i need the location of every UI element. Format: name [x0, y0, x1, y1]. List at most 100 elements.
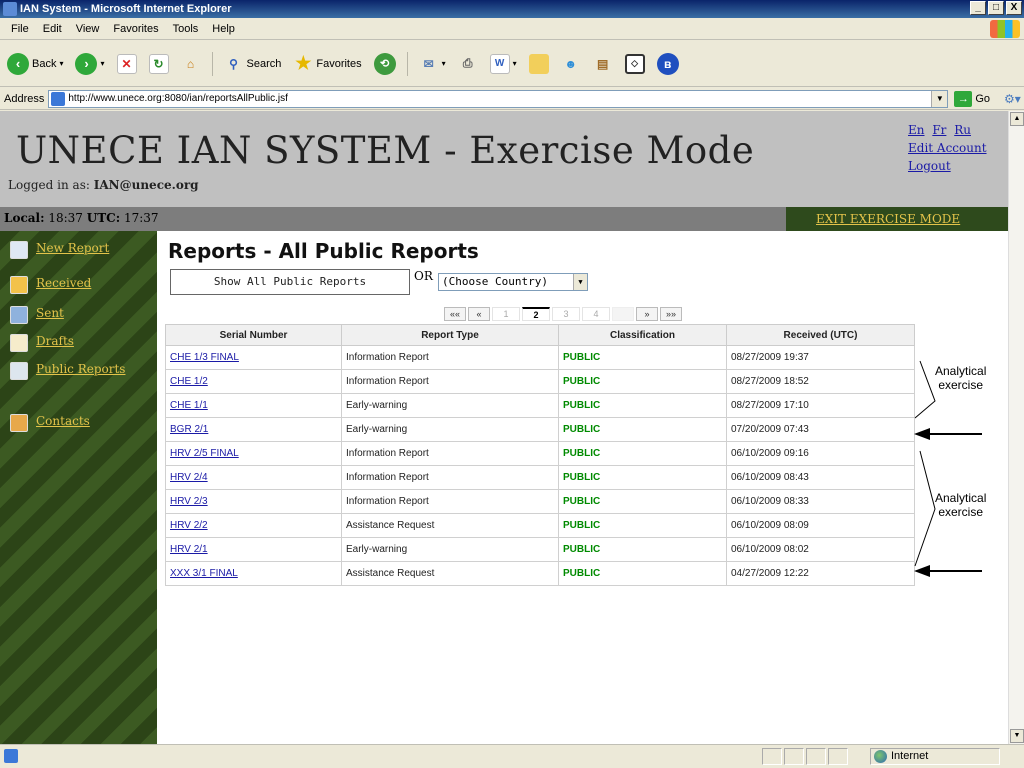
table-row: XXX 3/1 FINAL Assistance Request PUBLIC …	[165, 561, 915, 586]
clock: Local: 18:37 UTC: 17:37	[4, 211, 159, 225]
search-icon: ⚲	[229, 56, 238, 71]
sidebar-item-label[interactable]: Received	[36, 276, 91, 290]
forward-button[interactable]: › ▾	[72, 51, 107, 77]
serial-link[interactable]: HRV 2/5 FINAL	[170, 448, 239, 459]
serial-link[interactable]: XXX 3/1 FINAL	[170, 568, 238, 579]
menu-tools[interactable]: Tools	[166, 23, 206, 35]
pager-page-4[interactable]: 4	[582, 307, 610, 321]
pager-page-2[interactable]: 2	[522, 307, 550, 321]
received-cell: 07/20/2009 07:43	[726, 417, 915, 442]
col-serial-number[interactable]: Serial Number	[165, 324, 342, 346]
serial-link[interactable]: CHE 1/1	[170, 400, 208, 411]
status-cell	[806, 748, 826, 765]
sidebar-item-label[interactable]: Sent	[36, 306, 64, 320]
exit-exercise-link[interactable]: EXIT EXERCISE MODE	[816, 212, 960, 226]
sidebar-item-new-report[interactable]: New Report	[10, 241, 109, 259]
go-button[interactable]: → Go	[954, 90, 990, 107]
reports-table: Serial Number Report Type Classification…	[165, 324, 915, 586]
chevron-down-icon[interactable]: ▼	[573, 274, 587, 290]
menu-edit[interactable]: Edit	[36, 23, 69, 35]
back-arrow-icon: ‹	[7, 52, 29, 75]
col-report-type[interactable]: Report Type	[341, 324, 559, 346]
address-dropdown-icon[interactable]: ▼	[931, 90, 948, 107]
favorites-button[interactable]: ★ Favorites	[290, 52, 364, 76]
show-all-public-reports-button[interactable]: Show All Public Reports	[170, 269, 410, 295]
print-button[interactable]: ⎙	[455, 52, 481, 76]
pager-last[interactable]: »»	[660, 307, 682, 321]
sidebar-item-drafts[interactable]: Drafts	[10, 334, 74, 352]
serial-link[interactable]: CHE 1/2	[170, 376, 208, 387]
logout-link[interactable]: Logout	[908, 159, 951, 173]
sidebar-item-label[interactable]: Contacts	[36, 414, 90, 428]
sidebar-item-contacts[interactable]: Contacts	[10, 414, 90, 432]
menu-favorites[interactable]: Favorites	[106, 23, 165, 35]
received-cell: 06/10/2009 08:43	[726, 465, 915, 490]
country-select[interactable]: (Choose Country) ▼	[438, 273, 588, 291]
report-type-cell: Information Report	[341, 465, 559, 490]
annotation-line2: exercise	[938, 505, 984, 519]
pager-next[interactable]: »	[636, 307, 658, 321]
sidebar-item-label[interactable]: New Report	[36, 241, 109, 255]
scroll-up-icon[interactable]: ▲	[1010, 112, 1024, 126]
lang-ru-link[interactable]: Ru	[954, 123, 971, 137]
local-time: 18:37	[48, 211, 83, 225]
serial-link[interactable]: HRV 2/3	[170, 496, 208, 507]
col-received[interactable]: Received (UTC)	[726, 324, 915, 346]
pager-first[interactable]: ««	[444, 307, 466, 321]
vertical-scrollbar[interactable]: ▲ ▼	[1008, 111, 1024, 744]
edit-button[interactable]: W ▾	[487, 52, 520, 76]
research-button[interactable]: ▤	[590, 52, 616, 76]
back-button[interactable]: ‹ Back ▾	[4, 51, 66, 77]
sidebar-item-received[interactable]: Received	[10, 276, 91, 294]
received-cell: 08/27/2009 19:37	[726, 345, 915, 370]
links-icon[interactable]: ⚙▾	[1004, 92, 1021, 106]
minimize-button[interactable]: _	[970, 1, 986, 15]
utc-time: 17:37	[123, 211, 159, 225]
pager-prev[interactable]: «	[468, 307, 490, 321]
lang-en-link[interactable]: En	[908, 123, 925, 137]
menu-file[interactable]: File	[4, 23, 36, 35]
folder-button[interactable]	[526, 52, 552, 76]
close-button[interactable]: X	[1006, 1, 1022, 15]
contacts-icon	[10, 414, 28, 432]
mail-icon: ✉	[423, 56, 434, 71]
or-label: OR	[414, 269, 433, 283]
pager-page-3[interactable]: 3	[552, 307, 580, 321]
word-edit-icon: W	[489, 53, 510, 74]
annotation-line1: Analytical	[935, 364, 987, 378]
search-button[interactable]: ⚲ Search	[221, 52, 285, 76]
table-row: BGR 2/1 Early-warning PUBLIC 07/20/2009 …	[165, 417, 915, 442]
address-url: http://www.unece.org:8080/ian/reportsAll…	[68, 93, 288, 104]
history-button[interactable]: ⟲	[371, 51, 399, 77]
ie-app-icon	[3, 2, 17, 16]
sidebar-item-sent[interactable]: Sent	[10, 306, 64, 324]
sidebar-item-label[interactable]: Drafts	[36, 334, 74, 348]
mail-button[interactable]: ✉ ▾	[416, 52, 449, 76]
serial-link[interactable]: HRV 2/2	[170, 520, 208, 531]
bluetooth-button[interactable]: ʙ	[654, 51, 682, 77]
sidebar-item-public-reports[interactable]: Public Reports	[10, 362, 125, 380]
received-cell: 06/10/2009 08:33	[726, 489, 915, 514]
sidebar-item-label[interactable]: Public Reports	[36, 362, 125, 376]
col-classification[interactable]: Classification	[558, 324, 727, 346]
serial-link[interactable]: BGR 2/1	[170, 424, 208, 435]
home-button[interactable]: ⌂	[178, 52, 204, 76]
messenger-icon: ☻	[564, 56, 577, 71]
menu-view[interactable]: View	[69, 23, 107, 35]
window-tool-button[interactable]: ◇	[622, 52, 648, 76]
scroll-down-icon[interactable]: ▼	[1010, 729, 1024, 743]
table-row: HRV 2/3 Information Report PUBLIC 06/10/…	[165, 489, 915, 514]
address-input[interactable]: http://www.unece.org:8080/ian/reportsAll…	[48, 89, 949, 108]
arrow-head-xxx	[914, 565, 930, 577]
messenger-button[interactable]: ☻	[558, 52, 584, 76]
pager-page-1[interactable]: 1	[492, 307, 520, 321]
edit-account-link[interactable]: Edit Account	[908, 141, 987, 155]
serial-link[interactable]: CHE 1/3 FINAL	[170, 352, 239, 363]
refresh-button[interactable]: ↻	[146, 52, 172, 76]
menu-help[interactable]: Help	[205, 23, 242, 35]
maximize-button[interactable]: □	[988, 1, 1004, 15]
stop-button[interactable]: ✕	[114, 52, 140, 76]
serial-link[interactable]: HRV 2/4	[170, 472, 208, 483]
lang-fr-link[interactable]: Fr	[932, 123, 946, 137]
serial-link[interactable]: HRV 2/1	[170, 544, 208, 555]
